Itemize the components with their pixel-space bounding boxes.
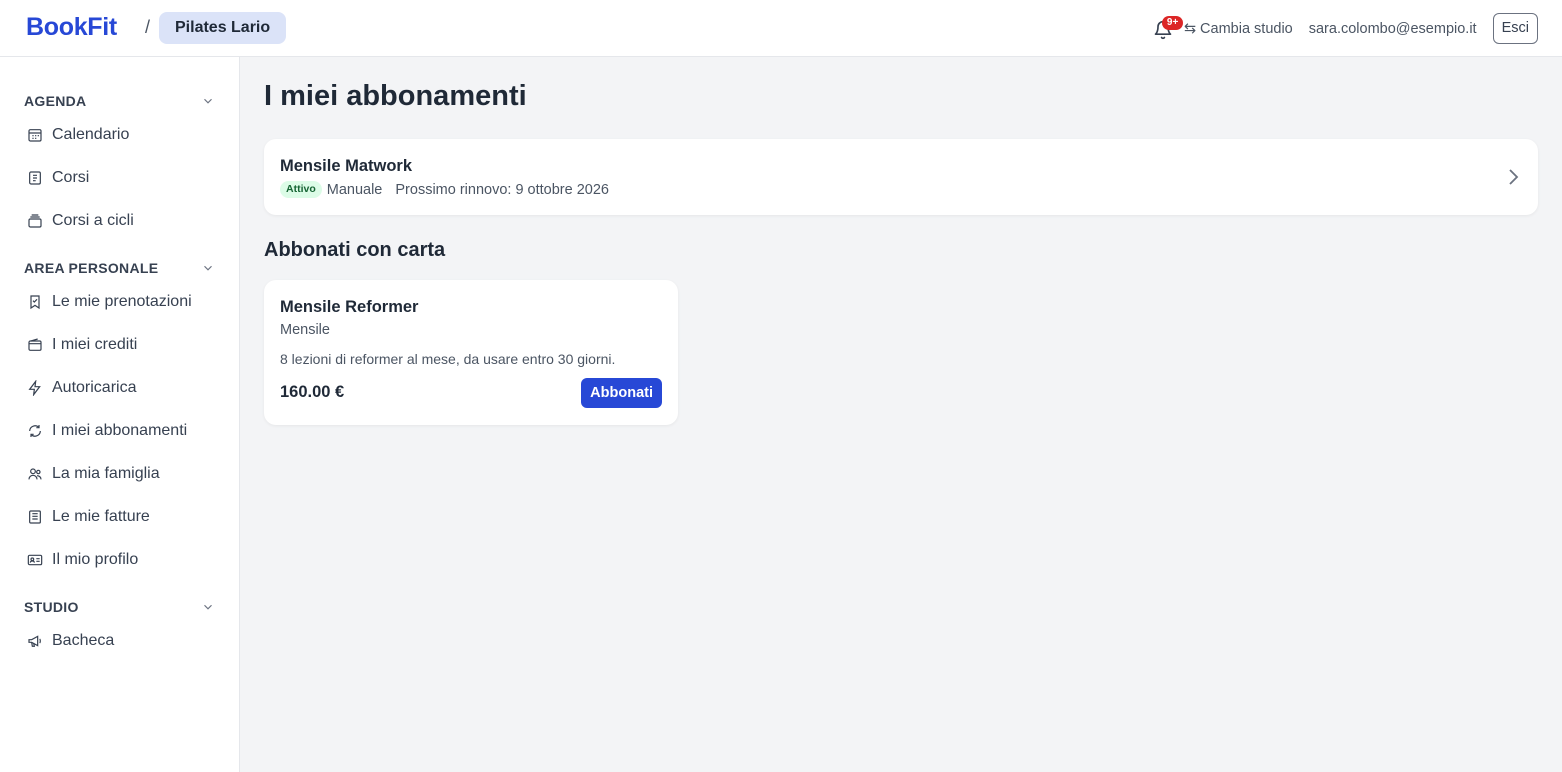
users-icon <box>27 466 43 482</box>
breadcrumb-separator: / <box>145 17 151 37</box>
sidebar-item-label: Il mio profilo <box>52 550 139 568</box>
subscription-name: Mensile Matwork <box>280 157 413 175</box>
sidebar-item-prenotazioni[interactable]: Le mie prenotazioni <box>0 280 239 323</box>
sidebar-item-autoricarica[interactable]: Autoricarica <box>0 366 239 409</box>
switch-icon: ⇆ <box>1183 20 1197 37</box>
subscription-renewal: Prossimo rinnovo: 9 ottobre 2026 <box>395 181 609 198</box>
chevron-down-icon <box>204 98 212 104</box>
nav-section-agenda-toggle[interactable]: AGENDA <box>0 89 239 113</box>
chevron-right-icon <box>1509 169 1519 185</box>
nav-section-studio: STUDIO Bacheca <box>0 595 239 662</box>
nav-section-area-personale-toggle[interactable]: AREA PERSONALE <box>0 256 239 280</box>
id-card-icon <box>27 552 43 568</box>
sidebar-item-profilo[interactable]: Il mio profilo <box>0 538 239 581</box>
app-logo[interactable]: BookFit <box>26 13 117 42</box>
subscription-meta: Attivo Manuale Prossimo rinnovo: 9 ottob… <box>280 181 609 198</box>
top-bar: BookFit / Pilates Lario 9+ ⇆ Cambia stud… <box>0 0 1562 57</box>
plan-name: Mensile Reformer <box>280 298 419 316</box>
subscription-card[interactable]: Mensile Matwork Attivo Manuale Prossimo … <box>264 139 1538 215</box>
nav-section-title: AGENDA <box>24 93 87 109</box>
subscribe-button[interactable]: Abbonati <box>581 378 662 408</box>
notifications-badge: 9+ <box>1161 15 1184 30</box>
sidebar-item-label: La mia famiglia <box>52 464 160 482</box>
page-title: I miei abbonamenti <box>264 80 527 112</box>
invoice-icon <box>27 509 43 525</box>
sidebar: AGENDA Calendario Corsi Corsi a cicli AR… <box>0 57 240 772</box>
nav-section-agenda: AGENDA Calendario Corsi Corsi a cicli <box>0 89 239 242</box>
sidebar-item-label: I miei crediti <box>52 335 138 353</box>
switch-studio-link[interactable]: ⇆ Cambia studio <box>1184 21 1293 37</box>
sidebar-item-label: Le mie prenotazioni <box>52 292 192 310</box>
switch-studio-label: Cambia studio <box>1200 20 1293 37</box>
cycle-courses-icon <box>27 213 43 229</box>
refresh-icon <box>27 423 43 439</box>
sidebar-item-label: I miei abbonamenti <box>52 421 188 439</box>
sidebar-item-corsi-a-cicli[interactable]: Corsi a cicli <box>0 199 239 242</box>
calendar-icon <box>27 127 43 143</box>
logout-button[interactable]: Esci <box>1492 13 1538 44</box>
subscription-mode: Manuale <box>326 181 383 198</box>
plan-description: 8 lezioni di reformer al mese, da usare … <box>280 351 616 367</box>
section-title: Abbonati con carta <box>264 239 446 261</box>
sidebar-item-label: Bacheca <box>52 631 115 649</box>
chevron-down-icon <box>204 604 212 610</box>
plan-price: 160.00 € <box>280 383 345 401</box>
sidebar-item-famiglia[interactable]: La mia famiglia <box>0 452 239 495</box>
user-email: sara.colombo@esempio.it <box>1308 20 1477 37</box>
sidebar-item-fatture[interactable]: Le mie fatture <box>0 495 239 538</box>
sidebar-item-label: Autoricarica <box>52 378 137 396</box>
bookmark-icon <box>27 294 43 310</box>
sidebar-item-abbonamenti[interactable]: I miei abbonamenti <box>0 409 239 452</box>
plan-card: Mensile Reformer Mensile 8 lezioni di re… <box>264 280 678 425</box>
header-actions: 9+ ⇆ Cambia studio sara.colombo@esempio.… <box>1152 13 1538 44</box>
notifications-button[interactable]: 9+ <box>1152 15 1184 41</box>
nav-section-area-personale: AREA PERSONALE Le mie prenotazioni I mie… <box>0 256 239 581</box>
sidebar-item-corsi[interactable]: Corsi <box>0 156 239 199</box>
studio-name-pill[interactable]: Pilates Lario <box>159 12 287 44</box>
sidebar-item-calendario[interactable]: Calendario <box>0 113 239 156</box>
nav-section-title: STUDIO <box>24 599 79 615</box>
megaphone-icon <box>27 633 43 649</box>
sidebar-item-label: Corsi a cicli <box>52 211 134 229</box>
course-icon <box>27 170 43 186</box>
nav-section-studio-toggle[interactable]: STUDIO <box>0 595 239 619</box>
wallet-icon <box>27 337 43 353</box>
chevron-down-icon <box>204 265 212 271</box>
sidebar-item-label: Le mie fatture <box>52 507 150 525</box>
status-badge: Attivo <box>280 181 322 198</box>
bolt-icon <box>27 379 43 396</box>
sidebar-item-crediti[interactable]: I miei crediti <box>0 323 239 366</box>
sidebar-item-label: Calendario <box>52 125 130 143</box>
sidebar-item-label: Corsi <box>52 168 90 186</box>
plan-period: Mensile <box>280 322 330 338</box>
sidebar-item-bacheca[interactable]: Bacheca <box>0 619 239 662</box>
nav-section-title: AREA PERSONALE <box>24 260 159 276</box>
